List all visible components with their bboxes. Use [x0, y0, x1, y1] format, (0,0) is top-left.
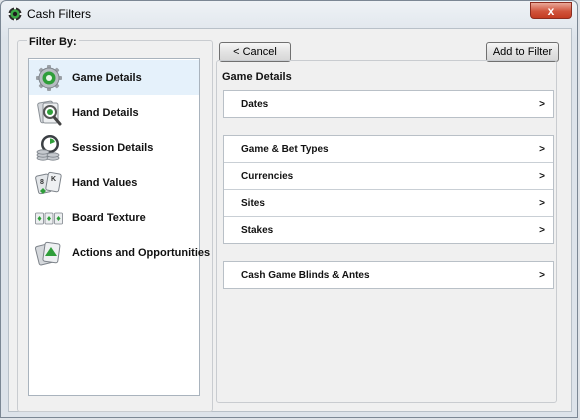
category-actions-and-opportunities[interactable]: Actions and Opportunities: [29, 235, 210, 270]
dates-group: Dates >: [223, 90, 554, 118]
game-settings-group: Game & Bet Types > Currencies > Sites > …: [223, 135, 554, 244]
poker-chip-icon: [8, 7, 22, 21]
row-label: Currencies: [241, 171, 294, 182]
filter-row-sites[interactable]: Sites >: [224, 190, 553, 217]
playing-cards-icon: 8 K: [35, 169, 63, 197]
filter-row-game-bet-types[interactable]: Game & Bet Types >: [224, 136, 553, 163]
category-game-details[interactable]: Game Details: [29, 60, 199, 95]
dialog-body: Filter By: Game Details Hand Details Ses…: [8, 28, 572, 412]
filter-by-label: Filter By:: [27, 36, 79, 48]
category-board-texture[interactable]: Board Texture: [29, 200, 199, 235]
row-label: Cash Game Blinds & Antes: [241, 270, 370, 281]
board-cards-icon: [35, 204, 63, 232]
chevron-right-icon: >: [539, 99, 545, 110]
category-hand-details[interactable]: Hand Details: [29, 95, 199, 130]
row-label: Sites: [241, 198, 265, 209]
category-label: Game Details: [72, 71, 142, 84]
svg-text:K: K: [51, 176, 56, 183]
add-to-filter-button[interactable]: Add to Filter: [486, 42, 559, 62]
filter-row-cash-game-blinds-antes[interactable]: Cash Game Blinds & Antes >: [224, 262, 553, 289]
category-label: Board Texture: [72, 211, 146, 224]
filter-row-currencies[interactable]: Currencies >: [224, 163, 553, 190]
filter-row-stakes[interactable]: Stakes >: [224, 217, 553, 244]
chevron-right-icon: >: [539, 225, 545, 236]
close-button[interactable]: x: [530, 2, 572, 19]
chevron-right-icon: >: [539, 171, 545, 182]
cancel-button[interactable]: < Cancel: [219, 42, 291, 62]
svg-text:8: 8: [40, 179, 44, 186]
gear-icon: [35, 64, 63, 92]
chevron-right-icon: >: [539, 198, 545, 209]
category-label: Hand Values: [72, 176, 138, 189]
category-hand-values[interactable]: 8 K Hand Values: [29, 165, 199, 200]
filter-category-list: Game Details Hand Details Session Detail…: [28, 58, 210, 396]
title-bar: Cash Filters x: [1, 1, 577, 27]
category-label: Actions and Opportunities: [72, 246, 211, 259]
row-label: Dates: [241, 99, 269, 110]
category-session-details[interactable]: Session Details: [29, 130, 199, 165]
filter-row-dates[interactable]: Dates >: [224, 91, 553, 118]
section-title: Game Details: [222, 71, 292, 83]
chevron-right-icon: >: [539, 144, 545, 155]
window-title: Cash Filters: [27, 7, 92, 21]
category-label: Session Details: [72, 141, 154, 154]
close-icon: x: [547, 4, 555, 18]
row-label: Game & Bet Types: [241, 144, 329, 155]
cash-filters-window: Cash Filters x Filter By: Game Details H…: [0, 0, 578, 418]
row-label: Stakes: [241, 225, 274, 236]
cards-arrow-icon: [35, 239, 63, 267]
chips-clock-icon: [35, 134, 63, 162]
cards-magnifier-icon: [35, 99, 63, 127]
blinds-antes-group: Cash Game Blinds & Antes >: [223, 261, 554, 289]
chevron-right-icon: >: [539, 270, 545, 281]
category-label: Hand Details: [72, 106, 139, 119]
